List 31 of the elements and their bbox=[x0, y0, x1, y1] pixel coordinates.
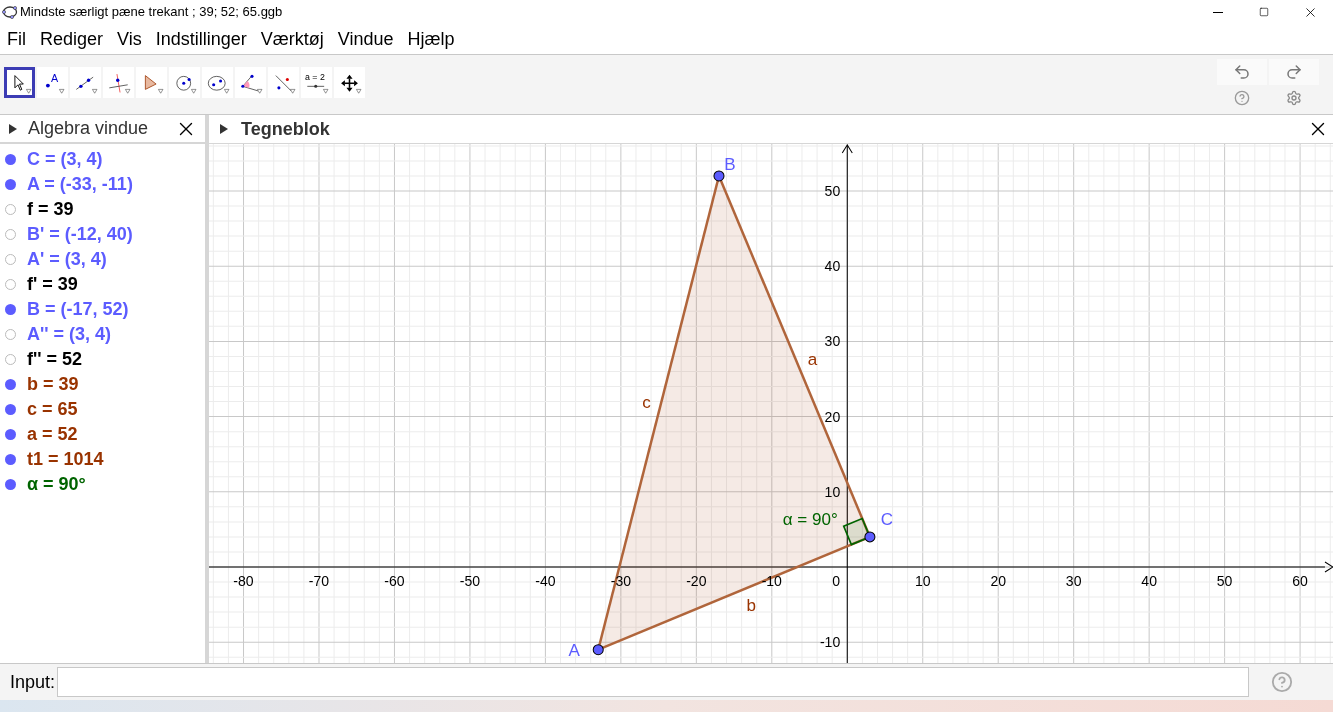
axis-tick-label: -10 bbox=[819, 634, 841, 651]
axis-tick-label: 50 bbox=[824, 183, 841, 199]
axis-tick-label: -70 bbox=[308, 573, 330, 589]
axis-tick-label: -40 bbox=[535, 573, 556, 589]
panel-title: Algebra vindue bbox=[28, 117, 149, 140]
axis-tick-label: 10 bbox=[914, 573, 931, 589]
axis-tick-label: -50 bbox=[459, 573, 481, 589]
axis-tick-label: 0 bbox=[832, 573, 841, 589]
side-label: b bbox=[746, 596, 756, 616]
side-label: c bbox=[642, 392, 651, 412]
side-label: a bbox=[807, 350, 818, 370]
axis-tick-label: 10 bbox=[824, 483, 841, 500]
axis-tick-label: 60 bbox=[1292, 573, 1308, 589]
axis-tick-label: 30 bbox=[1065, 573, 1082, 589]
point-label: C bbox=[880, 509, 894, 529]
axis-tick-label: -10 bbox=[761, 573, 782, 589]
axis-tick-label: -60 bbox=[384, 573, 405, 589]
axis-tick-label: 40 bbox=[1141, 573, 1157, 589]
point-label: A bbox=[568, 640, 580, 660]
axis-tick-label: -20 bbox=[686, 573, 707, 589]
panel-title: Tegneblok bbox=[241, 117, 330, 141]
axis-tick-label: -80 bbox=[233, 573, 254, 589]
window-title: Mindste særligt pæne trekant ; 39; 52; 65.ggb bbox=[20, 3, 283, 22]
axis-tick-label: 50 bbox=[1216, 573, 1233, 589]
axis-tick-label: 30 bbox=[824, 333, 841, 350]
axis-tick-label: 40 bbox=[824, 258, 841, 275]
axis-tick-label: 20 bbox=[990, 573, 1006, 589]
angle-label: α = 90° bbox=[782, 509, 838, 529]
point-label: B bbox=[724, 155, 736, 174]
axis-tick-label: 20 bbox=[824, 408, 841, 425]
input-label: Input: bbox=[10, 670, 56, 694]
